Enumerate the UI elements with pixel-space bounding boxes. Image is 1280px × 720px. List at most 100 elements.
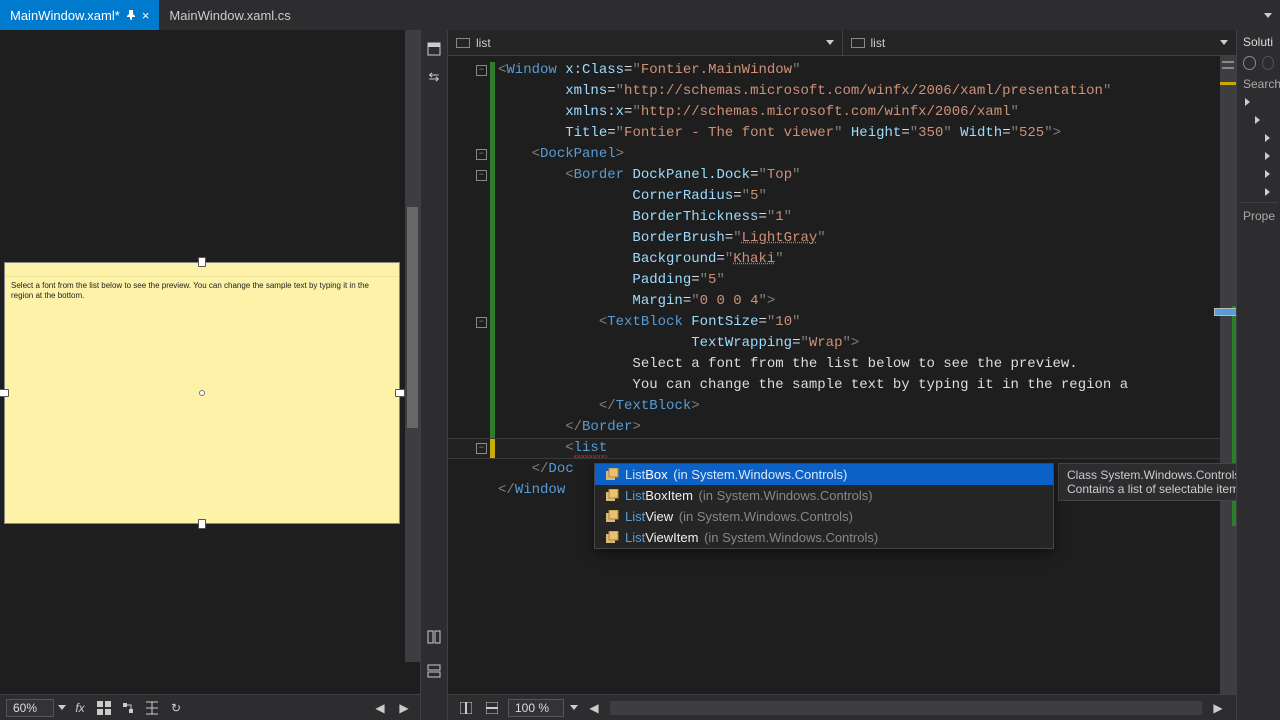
intellisense-item[interactable]: ListBoxItem (in System.Windows.Controls) <box>595 485 1053 506</box>
class-icon <box>605 510 619 524</box>
breadcrumb-scope[interactable]: list <box>448 30 843 55</box>
solution-explorer-panel: Soluti Search Prope <box>1236 30 1280 720</box>
intellisense-label: ListBox (in System.Windows.Controls) <box>625 467 847 482</box>
code-zoom-input[interactable]: 100 % <box>508 699 564 717</box>
intellisense-label: ListViewItem (in System.Windows.Controls… <box>625 530 878 545</box>
hscroll-left[interactable]: ◀ <box>584 698 604 718</box>
document-tab-bar: MainWindow.xaml* × MainWindow.xaml.cs <box>0 0 1280 30</box>
hscroll-right[interactable]: ▶ <box>1208 698 1228 718</box>
intellisense-item[interactable]: ListView (in System.Windows.Controls) <box>595 506 1053 527</box>
code-line[interactable]: xmlns="http://schemas.microsoft.com/winf… <box>498 81 1236 102</box>
sync-icon[interactable] <box>1262 56 1275 70</box>
snap-lines-button[interactable] <box>142 698 162 718</box>
resize-handle-top[interactable] <box>198 257 206 267</box>
code-line[interactable]: Title="Fontier - The font viewer" Height… <box>498 123 1236 144</box>
tab-mainwindow-xaml-cs[interactable]: MainWindow.xaml.cs <box>159 0 300 30</box>
code-breadcrumb: list list <box>448 30 1236 56</box>
code-line[interactable]: BorderThickness="1" <box>498 207 1236 228</box>
code-line[interactable]: Select a font from the list below to see… <box>498 354 1236 375</box>
view-mode-icon-2[interactable] <box>482 698 502 718</box>
intellisense-item[interactable]: ListBox (in System.Windows.Controls) <box>595 464 1053 485</box>
snap-button[interactable] <box>118 698 138 718</box>
code-line[interactable]: CornerRadius="5" <box>498 186 1236 207</box>
resize-handle-left[interactable] <box>0 389 9 397</box>
code-line[interactable]: </Border> <box>498 417 1236 438</box>
expander-icon[interactable] <box>1265 170 1270 178</box>
breadcrumb-member[interactable]: list <box>843 30 1237 55</box>
code-line[interactable]: TextWrapping="Wrap"> <box>498 333 1236 354</box>
class-icon <box>605 468 619 482</box>
code-status-bar: 100 % ◀ ▶ <box>448 694 1236 720</box>
breadcrumb-label: list <box>871 36 886 50</box>
panel-title: Soluti <box>1239 32 1278 52</box>
breadcrumb-label: list <box>476 36 491 50</box>
expander-icon[interactable] <box>1255 116 1260 124</box>
design-preview-text: Select a font from the list below to see… <box>5 277 399 306</box>
expander-icon[interactable] <box>1245 98 1250 106</box>
code-line[interactable]: <list <box>498 438 1236 459</box>
designer-toolbar: 60% fx ↻ ◀ ▶ <box>0 694 420 720</box>
tooltip-line: Class System.Windows.Controls.L <box>1067 468 1236 482</box>
zoom-dropdown-icon[interactable] <box>570 705 578 710</box>
intellisense-tooltip: Class System.Windows.Controls.L Contains… <box>1058 463 1236 501</box>
tab-mainwindow-xaml[interactable]: MainWindow.xaml* × <box>0 0 159 30</box>
refresh-icon[interactable]: ↻ <box>166 698 186 718</box>
intellisense-label: ListView (in System.Windows.Controls) <box>625 509 853 524</box>
xaml-designer-pane: Select a font from the list below to see… <box>0 30 420 720</box>
designer-viewport[interactable]: Select a font from the list below to see… <box>0 30 420 694</box>
designer-vertical-scrollbar[interactable] <box>405 30 420 662</box>
resize-handle-bottom[interactable] <box>198 519 206 529</box>
code-line[interactable]: <DockPanel> <box>498 144 1236 165</box>
code-line[interactable]: Padding="5" <box>498 270 1236 291</box>
grid-button[interactable] <box>94 698 114 718</box>
chevron-down-icon <box>826 40 834 45</box>
designer-zoom-input[interactable]: 60% <box>6 699 54 717</box>
code-line[interactable]: xmlns:x="http://schemas.microsoft.com/wi… <box>498 102 1236 123</box>
swap-panes-icon[interactable]: ⇆ <box>425 68 443 86</box>
design-surface[interactable]: Select a font from the list below to see… <box>4 262 400 524</box>
active-files-dropdown[interactable] <box>1256 0 1280 30</box>
scroll-right-button[interactable]: ▶ <box>394 698 414 718</box>
expander-icon[interactable] <box>1265 188 1270 196</box>
home-icon[interactable] <box>1243 56 1256 70</box>
scrollbar-thumb[interactable] <box>407 207 418 428</box>
tree-node[interactable] <box>1245 130 1278 148</box>
code-line[interactable]: </TextBlock> <box>498 396 1236 417</box>
horizontal-split-icon[interactable] <box>425 662 443 680</box>
expander-icon[interactable] <box>1265 152 1270 160</box>
tree-node[interactable] <box>1245 166 1278 184</box>
expander-icon[interactable] <box>1265 134 1270 142</box>
pin-icon[interactable] <box>126 8 136 23</box>
expand-pane-icon[interactable] <box>425 40 443 58</box>
scroll-left-button[interactable]: ◀ <box>370 698 390 718</box>
search-label[interactable]: Search <box>1239 74 1278 94</box>
view-mode-icon-1[interactable] <box>456 698 476 718</box>
intellisense-label: ListBoxItem (in System.Windows.Controls) <box>625 488 873 503</box>
chevron-down-icon <box>1220 40 1228 45</box>
tree-node[interactable] <box>1245 148 1278 166</box>
element-icon <box>851 38 865 48</box>
code-line[interactable]: BorderBrush="LightGray" <box>498 228 1236 249</box>
code-line[interactable]: You can change the sample text by typing… <box>498 375 1236 396</box>
code-line[interactable]: <TextBlock FontSize="10" <box>498 312 1236 333</box>
class-icon <box>605 489 619 503</box>
code-editor[interactable]: −<Window x:Class="Fontier.MainWindow" xm… <box>448 56 1236 694</box>
solution-tree[interactable] <box>1239 94 1278 202</box>
intellisense-item[interactable]: ListViewItem (in System.Windows.Controls… <box>595 527 1053 548</box>
element-icon <box>456 38 470 48</box>
tree-node[interactable] <box>1245 184 1278 202</box>
resize-handle-right[interactable] <box>395 389 405 397</box>
vertical-split-icon[interactable] <box>425 628 443 646</box>
code-line[interactable]: <Border DockPanel.Dock="Top" <box>498 165 1236 186</box>
code-line[interactable]: Background="Khaki" <box>498 249 1236 270</box>
horizontal-scrollbar[interactable] <box>610 701 1202 715</box>
zoom-dropdown-icon[interactable] <box>58 705 66 710</box>
code-line[interactable]: <Window x:Class="Fontier.MainWindow" <box>498 60 1236 81</box>
tab-label: MainWindow.xaml* <box>10 8 120 23</box>
fx-button[interactable]: fx <box>70 698 90 718</box>
tree-node[interactable] <box>1245 94 1278 112</box>
close-icon[interactable]: × <box>142 8 150 23</box>
tree-node[interactable] <box>1245 112 1278 130</box>
designer-code-splitter[interactable]: ⇆ <box>420 30 448 720</box>
code-line[interactable]: Margin="0 0 0 4"> <box>498 291 1236 312</box>
